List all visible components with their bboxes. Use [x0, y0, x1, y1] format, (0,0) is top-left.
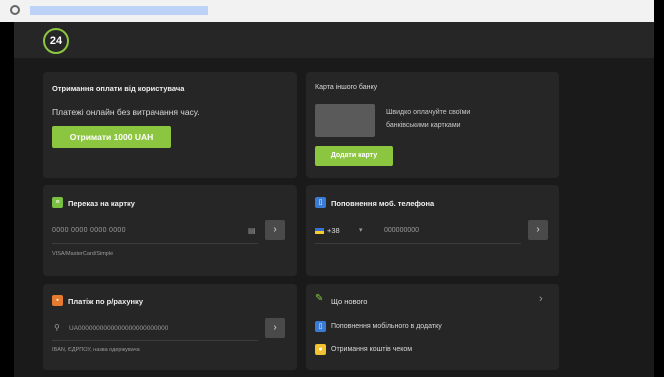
card-transfer-card: ≡ Переказ на картку 0000 0000 0000 0000 …	[43, 185, 297, 276]
whats-new-title[interactable]: Що нового	[331, 297, 367, 306]
receive-payment-card: Отримання оплати від користувача Платежі…	[43, 72, 297, 178]
card-icon: ≡	[52, 197, 63, 208]
phone-topup-next-button[interactable]: ›	[528, 220, 548, 240]
whats-new-item[interactable]: Отримання коштів чеком	[331, 346, 412, 353]
account-payment-title: Платіж по р/рахунку	[68, 297, 143, 306]
card-transfer-title: Переказ на картку	[68, 199, 135, 208]
card-transfer-note: VISA/MasterCard/Simple	[52, 251, 114, 257]
phone-icon: ▯	[315, 197, 326, 208]
privat24-logo[interactable]: 24	[43, 28, 69, 54]
receive-1000-button[interactable]: Отримати 1000 UAH	[52, 126, 171, 148]
search-icon: ⚲	[54, 323, 60, 332]
country-code[interactable]: +38	[327, 226, 340, 235]
phone-number-input[interactable]: 000000000	[384, 227, 419, 234]
coins-icon: ●	[315, 344, 326, 355]
phone-underline	[315, 243, 521, 244]
phone-icon: ▯	[315, 321, 326, 332]
megaphone-icon: ✎	[315, 293, 324, 304]
other-bank-title: Карта іншого банку	[315, 84, 378, 91]
browser-edge	[654, 0, 664, 22]
app-window: 24 Отримання оплати від користувача Плат…	[14, 22, 654, 377]
receive-payment-subtitle: Платежі онлайн без витрачання часу.	[52, 107, 200, 117]
document-icon: ▪	[52, 295, 63, 306]
add-card-button[interactable]: Додати карту	[315, 146, 393, 166]
receive-payment-title: Отримання оплати від користувача	[52, 84, 185, 93]
account-payment-note: IBAN, ЄДРПОУ, назва одержувача	[52, 347, 140, 353]
card-number-input[interactable]: 0000 0000 0000 0000	[52, 227, 126, 234]
bank-card-image	[315, 104, 375, 137]
chevron-right-icon[interactable]: ›	[539, 293, 543, 305]
other-bank-desc-1: Швидко оплачуйте своїми	[386, 109, 471, 116]
chevron-down-icon[interactable]: ▾	[359, 226, 363, 234]
phone-topup-title: Поповнення моб. телефона	[331, 199, 435, 208]
other-bank-card: Карта іншого банку Швидко оплачуйте свої…	[306, 72, 559, 178]
address-bar[interactable]	[30, 6, 208, 15]
account-payment-card: ▪ Платіж по р/рахунку ⚲ UA00000000000000…	[43, 284, 297, 370]
iban-input[interactable]: UA0000000000000000000000000	[69, 325, 168, 332]
other-bank-desc-2: банківськими картками	[386, 122, 461, 129]
reload-icon[interactable]	[10, 5, 20, 15]
browser-bar	[0, 0, 664, 22]
card-transfer-next-button[interactable]: ›	[265, 220, 285, 240]
card-number-underline	[52, 243, 258, 244]
ukraine-flag-icon	[315, 228, 324, 234]
app-header: 24	[14, 22, 654, 58]
whats-new-item[interactable]: Поповнення мобільного в додатку	[331, 323, 442, 330]
phone-topup-card: ▯ Поповнення моб. телефона +38 ▾ 0000000…	[306, 185, 559, 276]
scan-card-icon[interactable]: ▤	[248, 226, 256, 235]
account-payment-next-button[interactable]: ›	[265, 318, 285, 338]
whats-new-card: ✎ Що нового › ▯ Поповнення мобільного в …	[306, 284, 559, 370]
iban-underline	[52, 340, 258, 341]
